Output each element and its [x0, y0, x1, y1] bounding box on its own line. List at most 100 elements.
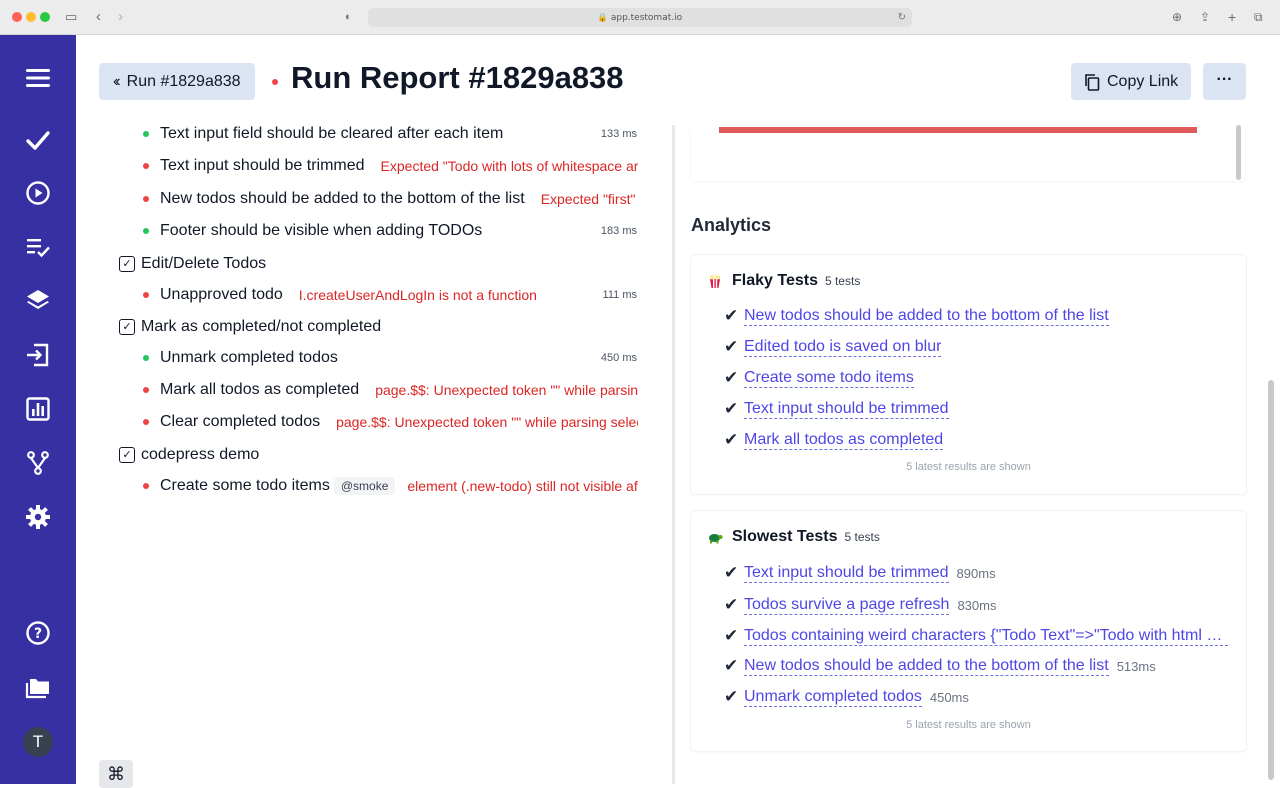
help-icon[interactable]: ?: [22, 617, 54, 649]
flaky-test-link[interactable]: New todos should be added to the bottom …: [744, 306, 1109, 326]
layers-icon[interactable]: [22, 285, 54, 317]
back-arrow-icon[interactable]: ‹: [96, 8, 101, 26]
test-row[interactable]: Create some todo items @smoke element (.…: [143, 472, 638, 500]
failed-progress-bar: [719, 127, 1197, 133]
slow-test-item: ✔ Todos containing weird characters {"Tod…: [724, 623, 1228, 649]
folder-icon[interactable]: [22, 671, 54, 703]
check-icon[interactable]: [22, 124, 54, 156]
suite-checkbox-icon: ✓: [119, 256, 135, 272]
flaky-test-link[interactable]: Mark all todos as completed: [744, 430, 944, 450]
more-options-button[interactable]: ···: [1203, 63, 1246, 100]
status-dot: [272, 79, 278, 85]
copy-link-button[interactable]: Copy Link: [1071, 63, 1191, 100]
flaky-test-link[interactable]: Edited todo is saved on blur: [744, 337, 942, 357]
gear-icon[interactable]: [22, 501, 54, 533]
test-row[interactable]: Text input field should be cleared after…: [143, 120, 637, 148]
pane-divider[interactable]: [672, 125, 675, 784]
passed-dot: [143, 355, 149, 361]
import-icon[interactable]: [22, 339, 54, 371]
check-icon: ✔: [724, 656, 739, 675]
test-error: page.$$: Unexpected token "" while parsi…: [375, 382, 638, 398]
turtle-icon: [709, 534, 723, 544]
inner-scrollbar[interactable]: [1236, 125, 1241, 180]
suite-row[interactable]: ✓ codepress demo: [119, 443, 259, 467]
tag-badge[interactable]: @smoke: [333, 477, 396, 495]
slow-test-link[interactable]: Todos containing weird characters {"Todo…: [744, 626, 1228, 646]
flaky-test-item: ✔ Create some todo items: [724, 365, 914, 391]
flaky-test-item: ✔ New todos should be added to the bottom…: [724, 303, 1109, 329]
suite-checkbox-icon: ✓: [119, 447, 135, 463]
sidebar: ? T: [0, 35, 76, 784]
test-row[interactable]: New todos should be added to the bottom …: [143, 185, 638, 213]
test-name: Clear completed todos: [160, 413, 321, 430]
slow-test-link[interactable]: New todos should be added to the bottom …: [744, 656, 1109, 676]
flaky-test-item: ✔ Edited todo is saved on blur: [724, 334, 942, 360]
test-name: Unapproved todo: [160, 286, 283, 303]
suite-row[interactable]: ✓ Edit/Delete Todos: [119, 252, 266, 276]
failed-dot: [143, 196, 149, 202]
back-to-run-button[interactable]: ‹‹ Run #1829a838: [99, 63, 255, 100]
test-name: Mark all todos as completed: [160, 381, 360, 398]
test-error: Expected "Todo with lots of whitespace a…: [380, 158, 638, 174]
slow-test-link[interactable]: Text input should be trimmed: [744, 563, 949, 583]
page-scrollbar[interactable]: [1268, 380, 1274, 780]
avatar[interactable]: T: [23, 727, 53, 757]
test-row[interactable]: Unmark completed todos 450 ms: [143, 344, 637, 372]
svg-text:?: ?: [34, 626, 42, 642]
window-minimize-dot[interactable]: [26, 12, 36, 22]
shield-icon[interactable]: ◐: [345, 8, 352, 26]
check-icon: ✔: [724, 687, 739, 706]
test-row[interactable]: Footer should be visible when adding TOD…: [143, 217, 637, 245]
forward-arrow-icon[interactable]: ›: [118, 8, 123, 26]
flaky-test-link[interactable]: Text input should be trimmed: [744, 399, 949, 419]
test-name: Footer should be visible when adding TOD…: [160, 222, 483, 239]
slowest-tests-title: Slowest Tests: [732, 528, 838, 545]
flaky-tests-header: Flaky Tests 5 tests: [707, 272, 860, 290]
test-name: Text input field should be cleared after…: [160, 125, 504, 142]
test-duration: 111 ms: [602, 289, 637, 301]
suite-row[interactable]: ✓ Mark as completed/not completed: [119, 315, 381, 339]
test-row[interactable]: Mark all todos as completed page.$$: Une…: [143, 376, 638, 404]
test-duration: 183 ms: [600, 225, 637, 237]
test-error: I.createUserAndLogIn is not a function: [298, 287, 537, 303]
menu-icon[interactable]: [22, 62, 54, 94]
test-row[interactable]: Text input should be trimmed Expected "T…: [143, 152, 638, 180]
window-close-dot[interactable]: [12, 12, 22, 22]
url-bar[interactable]: 🔒 app.testomat.io ↻: [368, 8, 912, 27]
flaky-tests-count: 5 tests: [824, 274, 861, 288]
test-name: Text input should be trimmed: [160, 157, 365, 174]
tab-overview-icon[interactable]: ⧉: [1254, 8, 1263, 26]
test-list: Text input field should be cleared after…: [76, 115, 638, 784]
test-row[interactable]: Clear completed todos page.$$: Unexpecte…: [143, 408, 638, 436]
bar-chart-icon[interactable]: [22, 393, 54, 425]
analytics-heading: Analytics: [691, 215, 772, 235]
flaky-test-link[interactable]: Create some todo items: [744, 368, 914, 388]
check-icon: ✔: [724, 430, 739, 449]
command-icon: ⌘: [107, 764, 125, 784]
reload-icon[interactable]: ↻: [898, 8, 906, 27]
slow-test-link[interactable]: Unmark completed todos: [744, 687, 922, 707]
suite-name: codepress demo: [141, 446, 260, 463]
test-name: Unmark completed todos: [160, 349, 338, 366]
double-chevron-left-icon: ‹‹: [113, 72, 120, 90]
test-row[interactable]: Unapproved todo I.createUserAndLogIn is …: [143, 281, 637, 309]
new-tab-icon[interactable]: +: [1228, 8, 1236, 26]
flaky-tests-footer: 5 latest results are shown: [906, 461, 1031, 473]
share-icon[interactable]: ⇪: [1200, 8, 1210, 26]
suite-checkbox-icon: ✓: [119, 319, 135, 335]
sidebar-toggle-icon[interactable]: ▭: [65, 8, 77, 26]
list-check-icon[interactable]: [22, 231, 54, 263]
check-icon: ✔: [724, 626, 739, 645]
slowest-tests-count: 5 tests: [844, 530, 880, 544]
browser-chrome: ▭ ‹ › ◐ 🔒 app.testomat.io ↻ ⊕ ⇪ + ⧉: [0, 0, 1280, 35]
failed-dot: [143, 292, 149, 298]
back-to-run-label: Run #1829a838: [126, 72, 241, 90]
branch-icon[interactable]: [22, 447, 54, 479]
slow-test-link[interactable]: Todos survive a page refresh: [744, 595, 950, 615]
check-icon: ✔: [724, 306, 739, 325]
popcorn-icon: [710, 274, 720, 288]
window-zoom-dot[interactable]: [40, 12, 50, 22]
slow-test-time: 450ms: [929, 689, 969, 705]
download-icon[interactable]: ⊕: [1172, 8, 1182, 26]
play-circle-icon[interactable]: [22, 177, 54, 209]
